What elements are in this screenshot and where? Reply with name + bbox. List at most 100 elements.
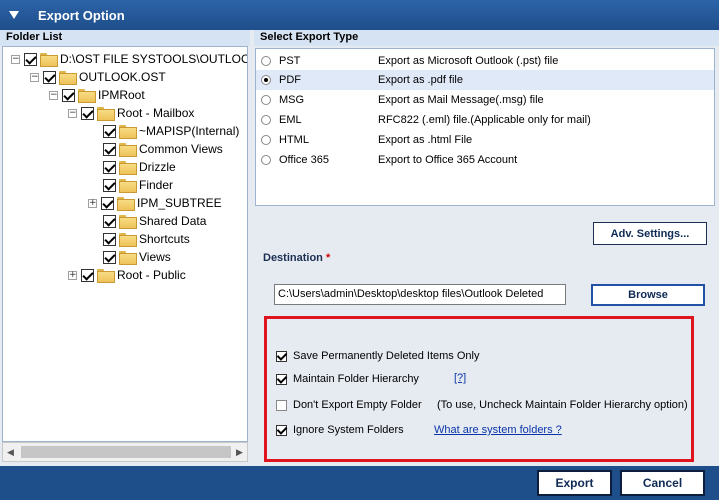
tree-node-label: Root - Public bbox=[117, 268, 186, 282]
tree-checkbox[interactable] bbox=[103, 124, 116, 138]
folder-list-header: Folder List bbox=[0, 30, 250, 46]
radio-button[interactable] bbox=[261, 115, 271, 125]
tree-node-root-mailbox[interactable]: − Root - Mailbox bbox=[68, 104, 194, 122]
export-option-eml[interactable]: EML RFC822 (.eml) file.(Applicable only … bbox=[256, 110, 714, 130]
export-type-description: Export as .html File bbox=[378, 134, 473, 146]
expand-icon[interactable]: + bbox=[68, 270, 77, 280]
export-option-office365[interactable]: Office 365 Export to Office 365 Account bbox=[256, 150, 714, 170]
tree-checkbox[interactable] bbox=[81, 106, 94, 120]
option-label: Save Permanently Deleted Items Only bbox=[293, 350, 480, 362]
scrollbar-thumb[interactable] bbox=[21, 446, 231, 458]
app-icon bbox=[9, 11, 19, 19]
tree-checkbox[interactable] bbox=[103, 178, 116, 192]
scroll-left-icon[interactable]: ◀ bbox=[7, 447, 14, 458]
horizontal-scrollbar[interactable]: ◀ ▶ bbox=[2, 442, 248, 462]
radio-button-selected[interactable] bbox=[261, 75, 271, 85]
tree-checkbox[interactable] bbox=[103, 160, 116, 174]
tree-node-ipm-subtree[interactable]: + IPM_SUBTREE bbox=[88, 194, 222, 212]
export-option-pst[interactable]: PST Export as Microsoft Outlook (.pst) f… bbox=[256, 51, 714, 71]
tree-node-root-public[interactable]: + Root - Public bbox=[68, 266, 186, 284]
tree-node-label: Common Views bbox=[139, 142, 223, 156]
export-type-name: HTML bbox=[279, 134, 309, 146]
export-type-description: Export to Office 365 Account bbox=[378, 154, 518, 166]
tree-checkbox[interactable] bbox=[24, 52, 37, 66]
tree-node-views[interactable]: Views bbox=[103, 248, 171, 266]
hierarchy-help-link[interactable]: [?] bbox=[454, 372, 466, 384]
export-button[interactable]: Export bbox=[537, 470, 612, 496]
options-highlight-box bbox=[264, 316, 694, 462]
option-label: Ignore System Folders bbox=[293, 424, 404, 436]
folder-tree[interactable]: − D:\OST FILE SYSTOOLS\OUTLOOK. − OUTLOO… bbox=[2, 46, 248, 442]
folder-icon bbox=[119, 125, 137, 139]
cancel-button[interactable]: Cancel bbox=[620, 470, 705, 496]
folder-icon bbox=[119, 161, 137, 175]
tree-checkbox[interactable] bbox=[103, 250, 116, 264]
export-type-description: Export as Mail Message(.msg) file bbox=[378, 94, 544, 106]
expand-icon[interactable]: + bbox=[88, 198, 97, 208]
export-option-pdf[interactable]: PDF Export as .pdf file bbox=[256, 70, 714, 90]
folder-icon bbox=[97, 269, 115, 283]
export-type-name: PDF bbox=[279, 74, 301, 86]
option-maintain-hierarchy[interactable]: Maintain Folder Hierarchy bbox=[276, 371, 419, 387]
tree-node-drizzle[interactable]: Drizzle bbox=[103, 158, 176, 176]
collapse-icon[interactable]: − bbox=[30, 72, 39, 82]
option-ignore-system[interactable]: Ignore System Folders bbox=[276, 422, 404, 438]
tree-node-ipmroot[interactable]: − IPMRoot bbox=[49, 86, 145, 104]
collapse-icon[interactable]: − bbox=[68, 108, 77, 118]
export-type-header: Select Export Type bbox=[254, 30, 719, 46]
export-type-description: Export as .pdf file bbox=[378, 74, 463, 86]
tree-node-common-views[interactable]: Common Views bbox=[103, 140, 223, 158]
tree-node-label: IPMRoot bbox=[98, 88, 145, 102]
system-folders-link[interactable]: What are system folders ? bbox=[434, 424, 562, 436]
tree-checkbox[interactable] bbox=[62, 88, 75, 102]
tree-node-label: Shortcuts bbox=[139, 232, 190, 246]
collapse-icon[interactable]: − bbox=[11, 54, 20, 64]
tree-node-shortcuts[interactable]: Shortcuts bbox=[103, 230, 190, 248]
export-option-msg[interactable]: MSG Export as Mail Message(.msg) file bbox=[256, 90, 714, 110]
export-type-description: Export as Microsoft Outlook (.pst) file bbox=[378, 55, 559, 67]
checkbox-checked[interactable] bbox=[276, 373, 287, 385]
required-mark: * bbox=[325, 252, 331, 264]
tree-checkbox[interactable] bbox=[101, 196, 114, 210]
collapse-icon[interactable]: − bbox=[49, 90, 58, 100]
folder-icon bbox=[59, 71, 77, 85]
tree-node-shared-data[interactable]: Shared Data bbox=[103, 212, 206, 230]
tree-node-label: D:\OST FILE SYSTOOLS\OUTLOOK. bbox=[60, 52, 248, 66]
export-option-html[interactable]: HTML Export as .html File bbox=[256, 130, 714, 150]
adv-settings-button[interactable]: Adv. Settings... bbox=[593, 222, 707, 245]
folder-icon bbox=[119, 233, 137, 247]
export-type-list: PST Export as Microsoft Outlook (.pst) f… bbox=[255, 48, 715, 206]
destination-path-input[interactable]: C:\Users\admin\Desktop\desktop files\Out… bbox=[274, 284, 566, 305]
radio-button[interactable] bbox=[261, 95, 271, 105]
tree-checkbox[interactable] bbox=[103, 214, 116, 228]
radio-button[interactable] bbox=[261, 155, 271, 165]
option-no-empty-folder[interactable]: Don't Export Empty Folder bbox=[276, 397, 422, 413]
tree-node-mapisp[interactable]: ~MAPISP(Internal) bbox=[103, 122, 239, 140]
tree-node-label: Drizzle bbox=[139, 160, 176, 174]
tree-node-label: Finder bbox=[139, 178, 174, 192]
tree-checkbox[interactable] bbox=[81, 268, 94, 282]
export-type-name: Office 365 bbox=[279, 154, 329, 166]
tree-node-label: ~MAPISP(Internal) bbox=[139, 124, 240, 138]
folder-icon bbox=[119, 179, 137, 193]
checkbox-checked[interactable] bbox=[276, 350, 287, 362]
folder-icon bbox=[117, 197, 135, 211]
tree-checkbox[interactable] bbox=[103, 232, 116, 246]
option-save-deleted[interactable]: Save Permanently Deleted Items Only bbox=[276, 348, 479, 364]
tree-node-ost[interactable]: − OUTLOOK.OST bbox=[30, 68, 166, 86]
tree-node-label: Shared Data bbox=[139, 214, 207, 228]
radio-button[interactable] bbox=[261, 135, 271, 145]
browse-button[interactable]: Browse bbox=[591, 284, 705, 306]
tree-node-finder[interactable]: Finder bbox=[103, 176, 173, 194]
scroll-right-icon[interactable]: ▶ bbox=[236, 447, 243, 458]
tree-node-drive[interactable]: − D:\OST FILE SYSTOOLS\OUTLOOK. bbox=[11, 50, 248, 68]
checkbox-checked[interactable] bbox=[276, 424, 287, 436]
tree-checkbox[interactable] bbox=[103, 142, 116, 156]
tree-node-label: IPM_SUBTREE bbox=[137, 196, 222, 210]
folder-icon bbox=[119, 215, 137, 229]
export-type-name: PST bbox=[279, 55, 301, 67]
checkbox-unchecked[interactable] bbox=[276, 399, 287, 411]
tree-checkbox[interactable] bbox=[43, 70, 56, 84]
radio-button[interactable] bbox=[261, 56, 271, 66]
folder-icon bbox=[119, 143, 137, 157]
